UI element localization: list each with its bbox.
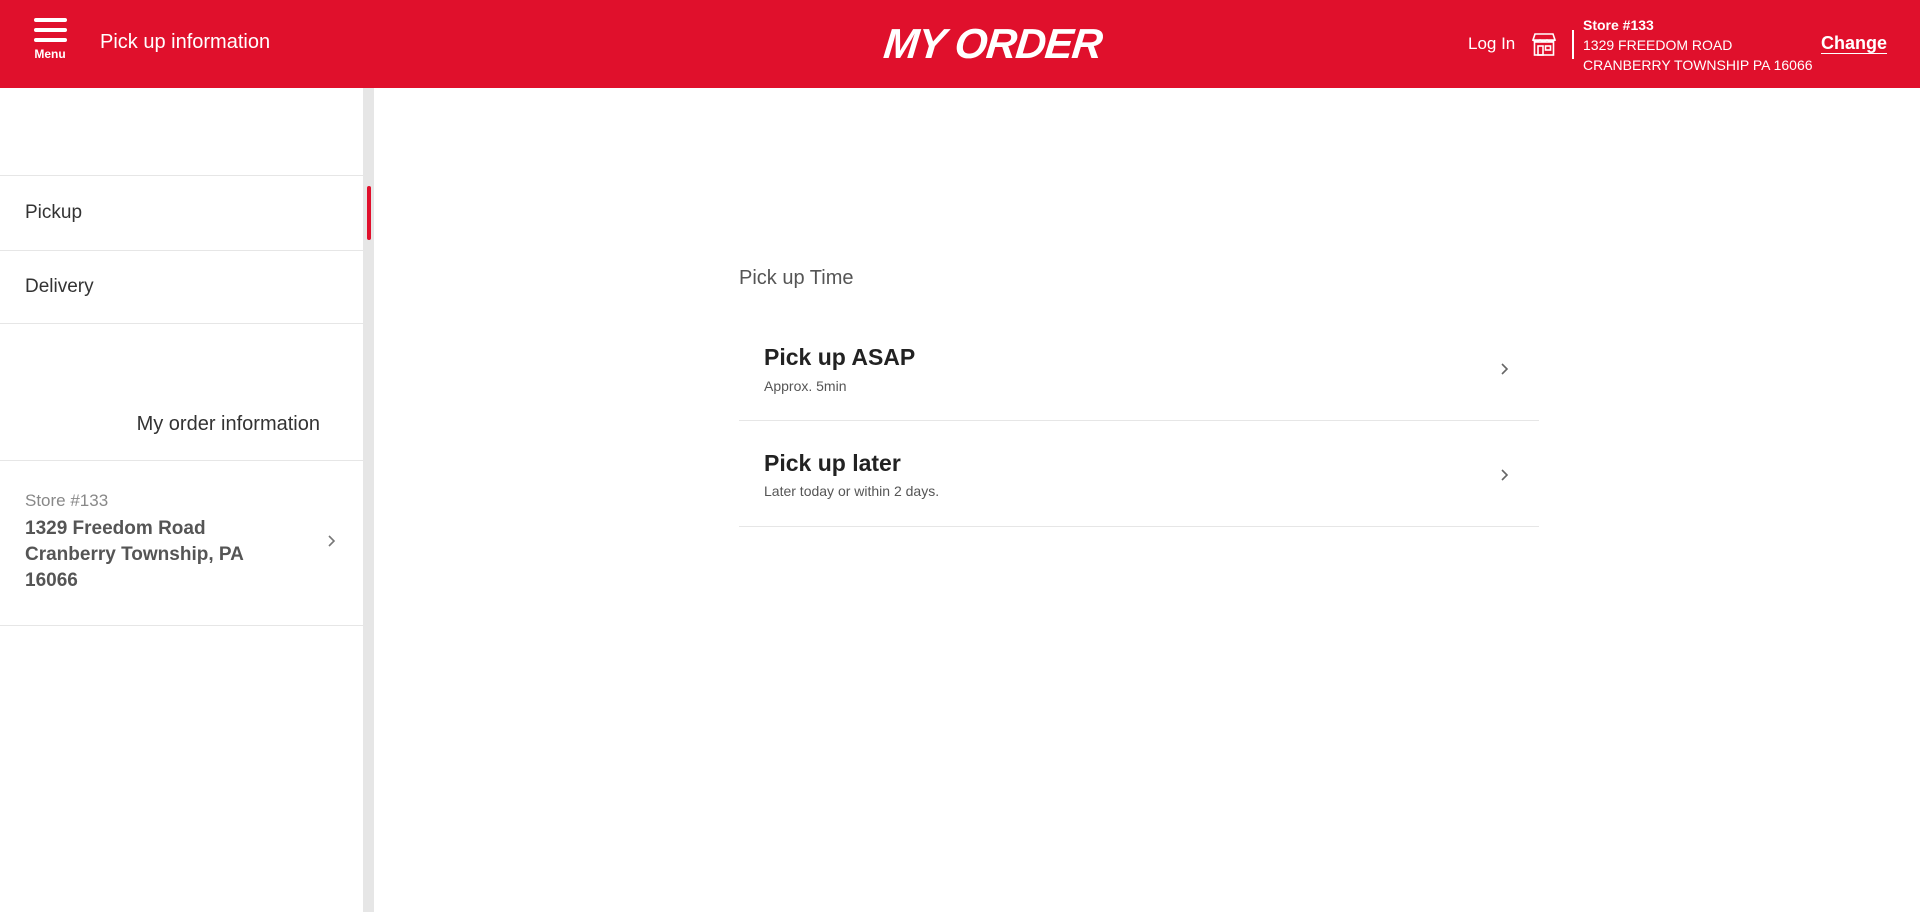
sidebar-store-address: 1329 Freedom Road Cranberry Township, PA… [25, 518, 244, 591]
header-store-number: Store #133 [1583, 17, 1654, 33]
pickup-time-heading: Pick up Time [739, 267, 854, 289]
option-subtitle: Approx. 5min [764, 378, 847, 394]
sidebar-store-card[interactable]: Store #133 1329 Freedom Road Cranberry T… [0, 460, 363, 626]
header-store-address-line2: CRANBERRY TOWNSHIP PA 16066 [1583, 57, 1813, 73]
pickup-asap-option[interactable]: Pick up ASAP Approx. 5min [739, 315, 1539, 421]
option-title: Pick up ASAP [764, 344, 916, 370]
sidebar-item-delivery[interactable]: Delivery [0, 250, 363, 324]
brand-logo[interactable]: MY ORDER [882, 20, 1105, 67]
chevron-right-icon [1501, 469, 1509, 481]
chevron-right-icon [328, 535, 336, 547]
hamburger-icon [33, 18, 67, 42]
order-info-heading: My order information [136, 413, 320, 435]
header-divider [1572, 30, 1574, 59]
sidebar-item-label: Pickup [25, 201, 83, 223]
option-subtitle: Later today or within 2 days. [764, 483, 940, 499]
sidebar-store-number: Store #133 [25, 491, 109, 510]
pickup-later-option[interactable]: Pick up later Later today or within 2 da… [739, 421, 1539, 527]
menu-label: Menu [34, 47, 66, 61]
top-header: Menu Pick up information MY ORDER Log In… [0, 0, 1920, 88]
store-icon[interactable] [1530, 30, 1558, 58]
chevron-right-icon [1501, 363, 1509, 375]
header-store-info: Store #133 1329 FREEDOM ROAD CRANBERRY T… [1583, 15, 1813, 75]
change-store-link[interactable]: Change [1821, 33, 1887, 54]
active-tab-indicator [367, 186, 371, 240]
sidebar: Pickup Delivery My order information Sto… [0, 88, 374, 912]
sidebar-item-pickup[interactable]: Pickup [0, 175, 363, 249]
option-title: Pick up later [764, 450, 901, 476]
login-link[interactable]: Log In [1468, 34, 1515, 54]
sidebar-item-label: Delivery [25, 276, 94, 297]
menu-button[interactable]: Menu [30, 18, 70, 72]
page-title: Pick up information [100, 31, 271, 53]
header-store-address-line1: 1329 FREEDOM ROAD [1583, 37, 1733, 53]
